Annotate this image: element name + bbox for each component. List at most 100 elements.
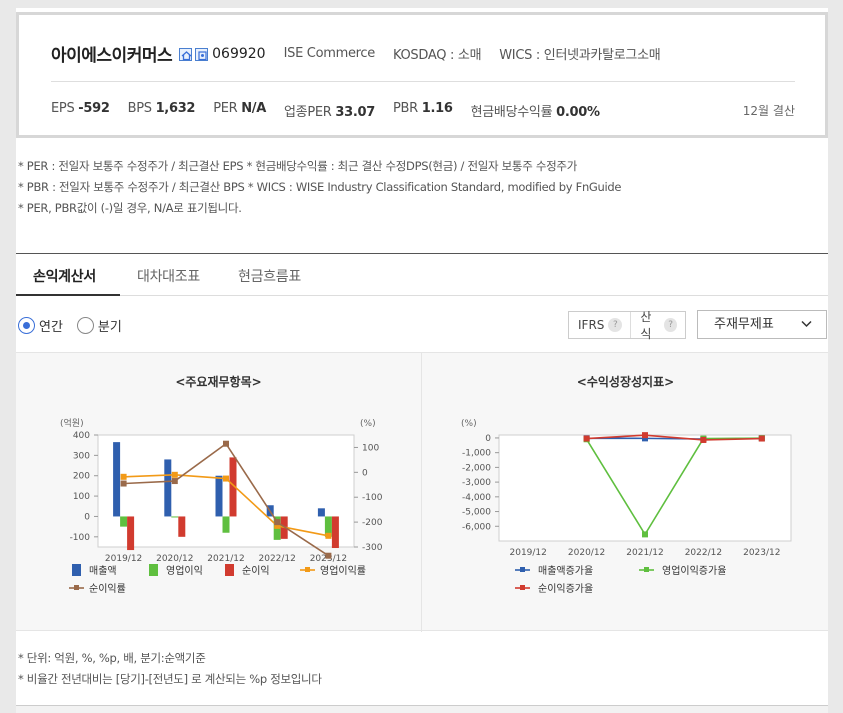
bar-순이익 <box>127 516 135 551</box>
y-tick-label-right: 100 <box>362 443 379 453</box>
note-line: * PER : 전일자 보통주 수정주가 / 최근결산 EPS * 현금배당수익… <box>18 159 577 173</box>
active-tab-underline <box>16 294 120 296</box>
plot-area <box>498 434 792 542</box>
radio-quarterly[interactable] <box>76 317 94 334</box>
x-tick-label: 2021/12 <box>207 554 244 564</box>
point-영업이익률 <box>223 475 229 482</box>
note-line: * PBR : 전일자 보통주 수정주가 / 최근결산 BPS * WICS :… <box>18 180 622 194</box>
tab-income-statement[interactable]: 손익계산서 <box>33 266 96 286</box>
stat-eps: EPS -592 <box>51 101 110 116</box>
home-icon[interactable] <box>179 48 193 61</box>
company-line: 아이에스이커머스 069920 ISE Commerce KOSDAQ : 소매… <box>51 41 661 67</box>
growth-chart-panel: <수익성장성지표> (%) 0 -1,000 -2,000 -3,000 -4,000 -5… <box>423 353 828 632</box>
y-tick-label: -5,000 <box>462 508 491 518</box>
point-영업이익률 <box>171 471 178 478</box>
bar-매출액 <box>113 442 121 517</box>
company-code: 069920 <box>212 45 266 62</box>
radio-annual-label[interactable]: 연간 <box>39 316 63 335</box>
stat-pbr: PBR 1.16 <box>393 101 453 116</box>
legend-swatch <box>72 564 81 576</box>
point-순이익증가율 <box>758 435 765 442</box>
legend-label: 순이익률 <box>89 583 126 595</box>
y-tick-label-right: -300 <box>362 543 383 553</box>
point-영업이익률 <box>325 532 332 539</box>
bar-영업이익 <box>120 516 128 527</box>
note-line: * 비율간 전년대비는 [당기]-[전년도] 로 계산되는 %p 정보입니다 <box>18 672 322 686</box>
legend-swatch <box>225 564 234 576</box>
definition-notes: * PER : 전일자 보통주 수정주가 / 최근결산 EPS * 현금배당수익… <box>18 156 622 219</box>
y-tick-label-left: 400 <box>73 431 90 441</box>
company-name: 아이에스이커머스 <box>51 46 173 66</box>
legend-label: 영업이익증가율 <box>662 564 726 577</box>
point-순이익증가율 <box>700 436 707 443</box>
tab-cash-flow[interactable]: 현금흐름표 <box>238 266 301 286</box>
unit-notes: * 단위: 억원, %, %p, 배, 분기:순액기준 * 비율간 전년대비는 … <box>18 648 322 690</box>
point-순이익률 <box>274 519 281 526</box>
y-tick-label: 0 <box>485 434 491 444</box>
point-순이익증가율 <box>583 435 590 442</box>
financial-items-chart-panel: <주요재무항목> (억원) (%) 400 300 200 100 0 -100 100 0 -10… <box>16 353 422 632</box>
y-tick-label-left: 0 <box>84 512 90 522</box>
legend-label: 순이익 <box>242 565 270 577</box>
period-radio-group: 연간 분기 <box>18 316 136 335</box>
tab-balance-sheet[interactable]: 대차대조표 <box>137 266 200 286</box>
select-value: 주재무제표 <box>714 317 774 332</box>
stat-dividend-yield: 현금배당수익률 0.00% <box>470 105 600 120</box>
legend-swatch <box>149 564 158 576</box>
y-tick-label-left: 200 <box>73 472 90 482</box>
settlement-label: 12월 결산 <box>742 104 795 118</box>
y-axis-label: (%) <box>461 419 477 429</box>
standard-toggle-box: IFRS? 산식? <box>568 310 686 341</box>
y-tick-label: -1,000 <box>462 449 491 459</box>
y-axis-label-left: (억원) <box>60 417 84 429</box>
note-line: * 단위: 억원, %, %p, 배, 분기:순액기준 <box>18 651 206 665</box>
x-tick-label: 2021/12 <box>626 548 663 558</box>
legend-label: 매출액 <box>89 565 117 577</box>
x-tick-label: 2019/12 <box>510 548 547 558</box>
y-tick-label-left: 100 <box>73 492 90 502</box>
table-header-edge <box>16 705 828 713</box>
point-영업이익증가율 <box>642 531 648 538</box>
legend-swatch <box>305 567 310 572</box>
market-info: KOSDAQ : 소매 <box>392 48 482 63</box>
legend-label: 영업이익률 <box>320 564 366 577</box>
stat-industry-per: 업종PER 33.07 <box>284 105 375 120</box>
building-icon[interactable] <box>195 48 209 61</box>
legend-label: 매출액증가율 <box>538 565 593 577</box>
wics-info: WICS : 인터넷과카탈로그소매 <box>499 48 661 63</box>
y-tick-label-right: -200 <box>362 518 383 528</box>
x-tick-label: 2022/12 <box>685 548 722 558</box>
ifrs-toggle[interactable]: IFRS? <box>569 312 630 338</box>
y-tick-label-right: 0 <box>362 468 368 478</box>
header-divider <box>51 81 795 82</box>
x-tick-label: 2022/12 <box>259 554 296 564</box>
x-tick-label: 2023/12 <box>743 548 780 558</box>
point-순이익률 <box>223 440 229 447</box>
company-english-name: ISE Commerce <box>283 46 376 61</box>
y-tick-label: -4,000 <box>462 493 491 503</box>
bar-순이익 <box>331 516 339 549</box>
formula-toggle[interactable]: 산식? <box>630 310 685 341</box>
statement-type-select[interactable]: 주재무제표 <box>697 310 827 339</box>
financial-items-chart: (억원) (%) 400 300 200 100 0 -100 100 0 -100 -200 -300… <box>60 417 383 595</box>
bar-영업이익 <box>222 516 230 533</box>
y-tick-label: -3,000 <box>462 478 491 488</box>
y-tick-label: -2,000 <box>462 463 491 473</box>
y-tick-label-left: -100 <box>70 533 91 543</box>
chevron-down-icon <box>801 320 812 328</box>
company-header: 아이에스이커머스 069920 ISE Commerce KOSDAQ : 소매… <box>16 12 828 138</box>
help-icon[interactable]: ? <box>664 318 677 332</box>
radio-annual[interactable] <box>18 317 35 334</box>
y-axis-label-right: (%) <box>360 419 376 429</box>
help-icon[interactable]: ? <box>608 318 623 332</box>
bar-영업이익 <box>171 516 179 518</box>
y-tick-label-left: 300 <box>73 451 90 461</box>
x-tick-label: 2020/12 <box>156 554 193 564</box>
point-순이익증가율 <box>642 432 648 439</box>
x-tick-label: 2019/12 <box>105 554 142 564</box>
legend-label: 순이익증가율 <box>538 583 593 595</box>
stat-per: PER N/A <box>213 101 267 116</box>
point-순이익률 <box>120 480 127 487</box>
statement-tabs: 손익계산서 대차대조표 현금흐름표 <box>16 254 828 296</box>
radio-quarterly-label[interactable]: 분기 <box>98 316 122 335</box>
